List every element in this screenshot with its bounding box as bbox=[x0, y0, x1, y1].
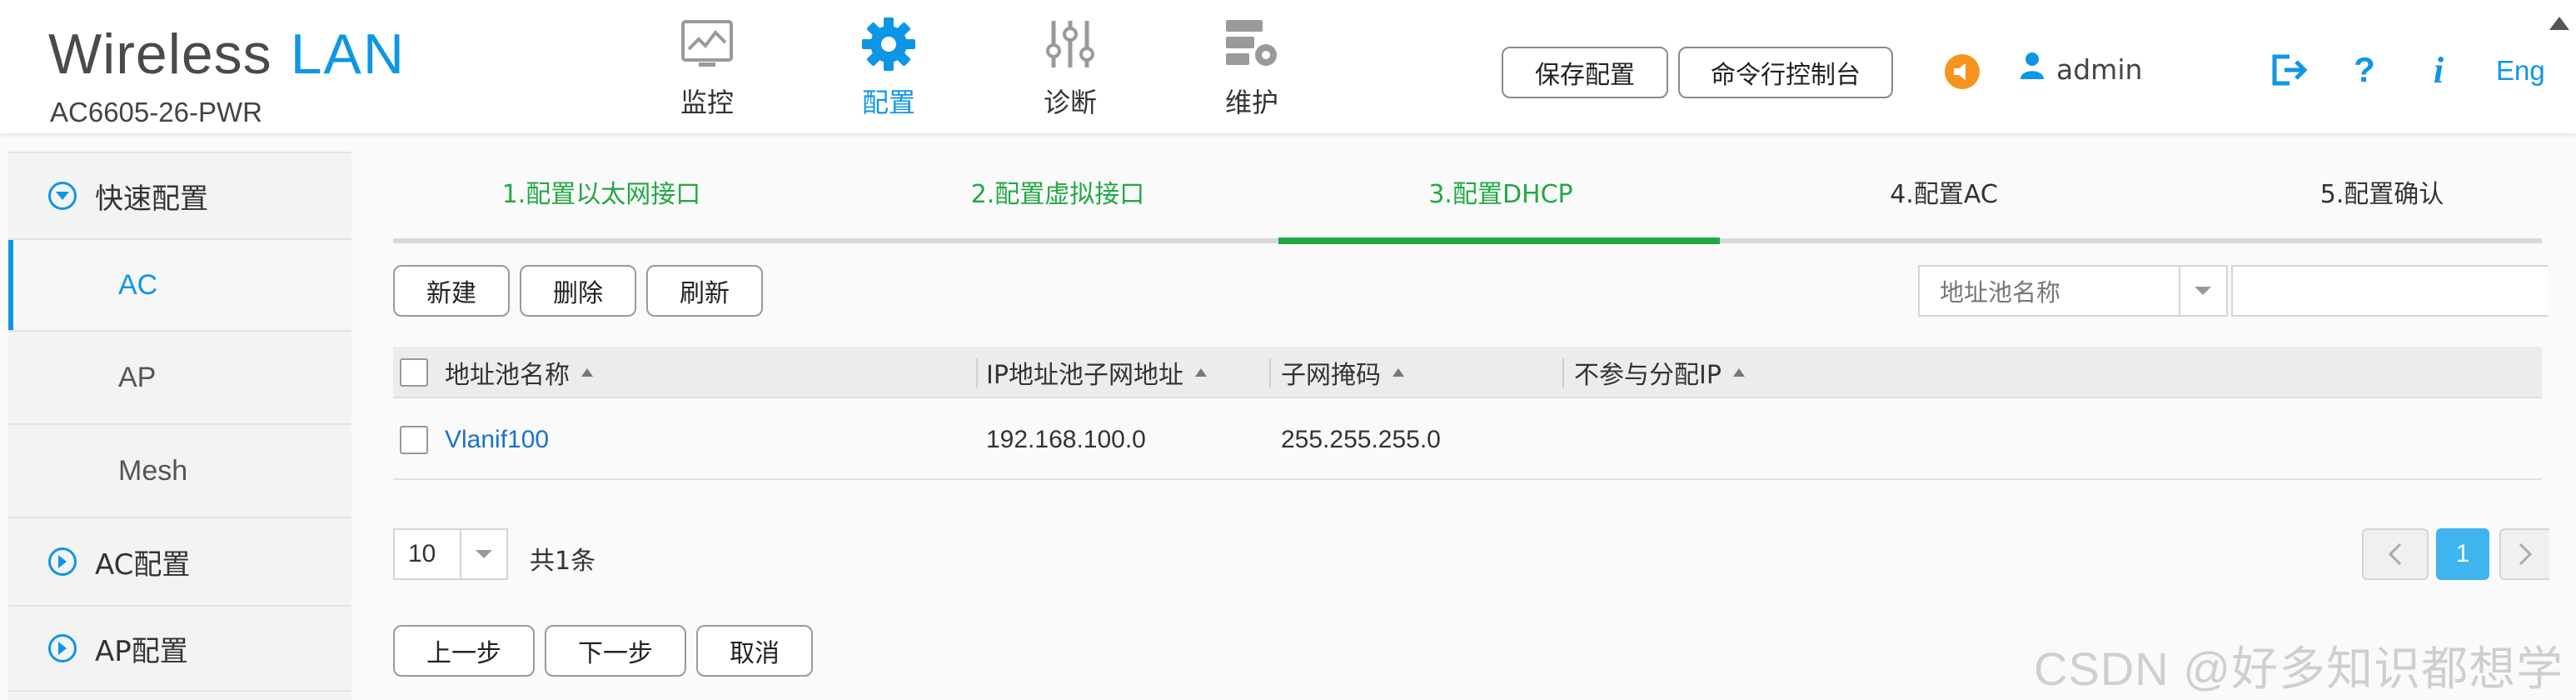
sidebar-item-label: AC bbox=[118, 268, 158, 301]
dropdown-arrow-icon bbox=[2178, 267, 2226, 315]
monitor-icon bbox=[678, 15, 736, 73]
brand-logo: Wireless LAN bbox=[48, 22, 406, 87]
search-field-select[interactable]: 地址池名称 bbox=[1918, 265, 2228, 317]
delete-button[interactable]: 删除 bbox=[520, 265, 636, 317]
wizard-steps: 1.配置以太网接口 2.配置虚拟接口 3.配置DHCP 4.配置AC 5.配置确… bbox=[393, 163, 2542, 245]
help-icon[interactable]: ? bbox=[2344, 50, 2384, 90]
sort-asc-icon bbox=[1194, 368, 1207, 377]
sidebar-group-ap-config[interactable]: AP配置 bbox=[8, 605, 351, 692]
chevron-down-icon bbox=[48, 182, 77, 210]
pool-subnet: 192.168.100.0 bbox=[986, 426, 1146, 453]
pool-name-link[interactable]: Vlanif100 bbox=[445, 400, 549, 480]
sidebar-item-label: AP bbox=[118, 361, 157, 393]
nav-diagnose-label: 诊断 bbox=[1043, 87, 1097, 118]
col-subnet-label: IP地址池子网地址 bbox=[986, 361, 1183, 390]
column-divider[interactable] bbox=[976, 358, 978, 388]
sidebar-group-quick[interactable]: 快速配置 bbox=[8, 152, 351, 238]
step-2[interactable]: 2.配置虚拟接口 bbox=[850, 173, 1266, 210]
brand-accent: LAN bbox=[290, 22, 406, 86]
page-number-current[interactable]: 1 bbox=[2436, 528, 2489, 580]
sidebar-item-label: Mesh bbox=[118, 454, 188, 487]
step-3[interactable]: 3.配置DHCP bbox=[1293, 173, 1709, 210]
sort-asc-icon bbox=[1732, 368, 1745, 377]
watermark: CSDN @好多知识都想学 bbox=[2034, 642, 2564, 695]
server-gear-icon bbox=[1223, 15, 1281, 73]
chevron-right-icon bbox=[2519, 542, 2532, 566]
next-step-button[interactable]: 下一步 bbox=[545, 625, 686, 677]
nav-diagnose[interactable]: 诊断 bbox=[979, 15, 1161, 123]
row-checkbox[interactable] bbox=[400, 400, 428, 480]
sidebar-item-ac[interactable]: AC bbox=[8, 238, 351, 330]
gear-icon bbox=[859, 15, 918, 73]
col-mask-label: 子网掩码 bbox=[1281, 361, 1381, 390]
sidebar-item-ap[interactable]: AP bbox=[8, 330, 351, 423]
save-config-button[interactable]: 保存配置 bbox=[1502, 47, 1668, 98]
active-step-indicator bbox=[1278, 238, 1720, 244]
next-page-button[interactable] bbox=[2499, 528, 2549, 580]
column-divider[interactable] bbox=[1269, 358, 1271, 388]
sidebar-group-ac-config-label: AC配置 bbox=[95, 548, 191, 582]
table-header: 地址池名称 IP地址池子网地址 子网掩码 不参与分配IP bbox=[393, 347, 2542, 398]
nav-maintain[interactable]: 维护 bbox=[1161, 15, 1343, 123]
cli-console-button[interactable]: 命令行控制台 bbox=[1678, 47, 1893, 98]
chevron-right-icon bbox=[48, 548, 77, 576]
page-size-value: 10 bbox=[408, 540, 436, 568]
nav-monitor-label: 监控 bbox=[680, 87, 734, 118]
table-row[interactable]: Vlanif100 192.168.100.0 255.255.255.0 bbox=[393, 400, 2542, 480]
brand-word: Wireless bbox=[48, 22, 272, 86]
search-input[interactable] bbox=[2231, 265, 2548, 317]
sidebar-group-ap-config-label: AP配置 bbox=[95, 634, 188, 668]
pool-mask: 255.255.255.0 bbox=[1281, 426, 1441, 453]
sliders-icon bbox=[1041, 15, 1099, 73]
chevron-left-icon bbox=[2389, 542, 2402, 566]
col-pool-name[interactable]: 地址池名称 bbox=[445, 347, 593, 398]
sidebar-item-mesh[interactable]: Mesh bbox=[8, 423, 351, 517]
logout-icon[interactable] bbox=[2270, 50, 2309, 90]
col-subnet[interactable]: IP地址池子网地址 bbox=[986, 347, 1207, 398]
speaker-icon[interactable] bbox=[1945, 54, 1980, 89]
step-5[interactable]: 5.配置确认 bbox=[2174, 173, 2576, 210]
dropdown-arrow-icon bbox=[460, 530, 506, 578]
top-header: Wireless LAN AC6605-26-PWR 监控 配置 诊断 维护 保… bbox=[0, 0, 2576, 133]
scroll-up-arrow[interactable] bbox=[2549, 17, 2569, 30]
chevron-right-icon bbox=[48, 634, 77, 662]
select-all-checkbox[interactable] bbox=[400, 347, 428, 398]
nav-config-label: 配置 bbox=[861, 87, 915, 118]
col-excluded-ip-label: 不参与分配IP bbox=[1574, 361, 1721, 390]
prev-step-button[interactable]: 上一步 bbox=[393, 625, 535, 677]
prev-page-button[interactable] bbox=[2362, 528, 2429, 580]
device-model: AC6605-26-PWR bbox=[50, 97, 262, 128]
refresh-button[interactable]: 刷新 bbox=[646, 265, 763, 317]
column-divider[interactable] bbox=[1562, 358, 1564, 388]
user-icon bbox=[2020, 52, 2045, 87]
step-4[interactable]: 4.配置AC bbox=[1736, 173, 2152, 210]
sort-asc-icon bbox=[1393, 368, 1404, 377]
sidebar: 快速配置 AC AP Mesh AC配置 AP配置 bbox=[8, 152, 351, 700]
total-count: 共1条 bbox=[530, 547, 596, 576]
sidebar-group-quick-label: 快速配置 bbox=[95, 182, 208, 216]
username: admin bbox=[2056, 52, 2143, 86]
main-nav: 监控 配置 诊断 维护 bbox=[616, 15, 1343, 123]
nav-monitor[interactable]: 监控 bbox=[616, 15, 798, 123]
step-1[interactable]: 1.配置以太网接口 bbox=[393, 173, 810, 210]
nav-maintain-label: 维护 bbox=[1224, 87, 1278, 118]
col-excluded-ip[interactable]: 不参与分配IP bbox=[1574, 347, 1745, 398]
nav-config[interactable]: 配置 bbox=[798, 15, 979, 123]
sort-asc-icon bbox=[581, 368, 593, 377]
page-size-select[interactable]: 10 bbox=[393, 528, 508, 580]
col-pool-name-label: 地址池名称 bbox=[445, 361, 570, 390]
cancel-button[interactable]: 取消 bbox=[696, 625, 813, 677]
info-icon[interactable]: i bbox=[2419, 50, 2459, 91]
sidebar-group-ac-config[interactable]: AC配置 bbox=[8, 517, 351, 605]
new-button[interactable]: 新建 bbox=[393, 265, 510, 317]
search-field-value: 地址池名称 bbox=[1940, 278, 2061, 307]
language-switch[interactable]: Eng bbox=[2496, 55, 2545, 87]
user-menu[interactable]: admin bbox=[2020, 52, 2142, 87]
col-mask[interactable]: 子网掩码 bbox=[1281, 347, 1404, 398]
